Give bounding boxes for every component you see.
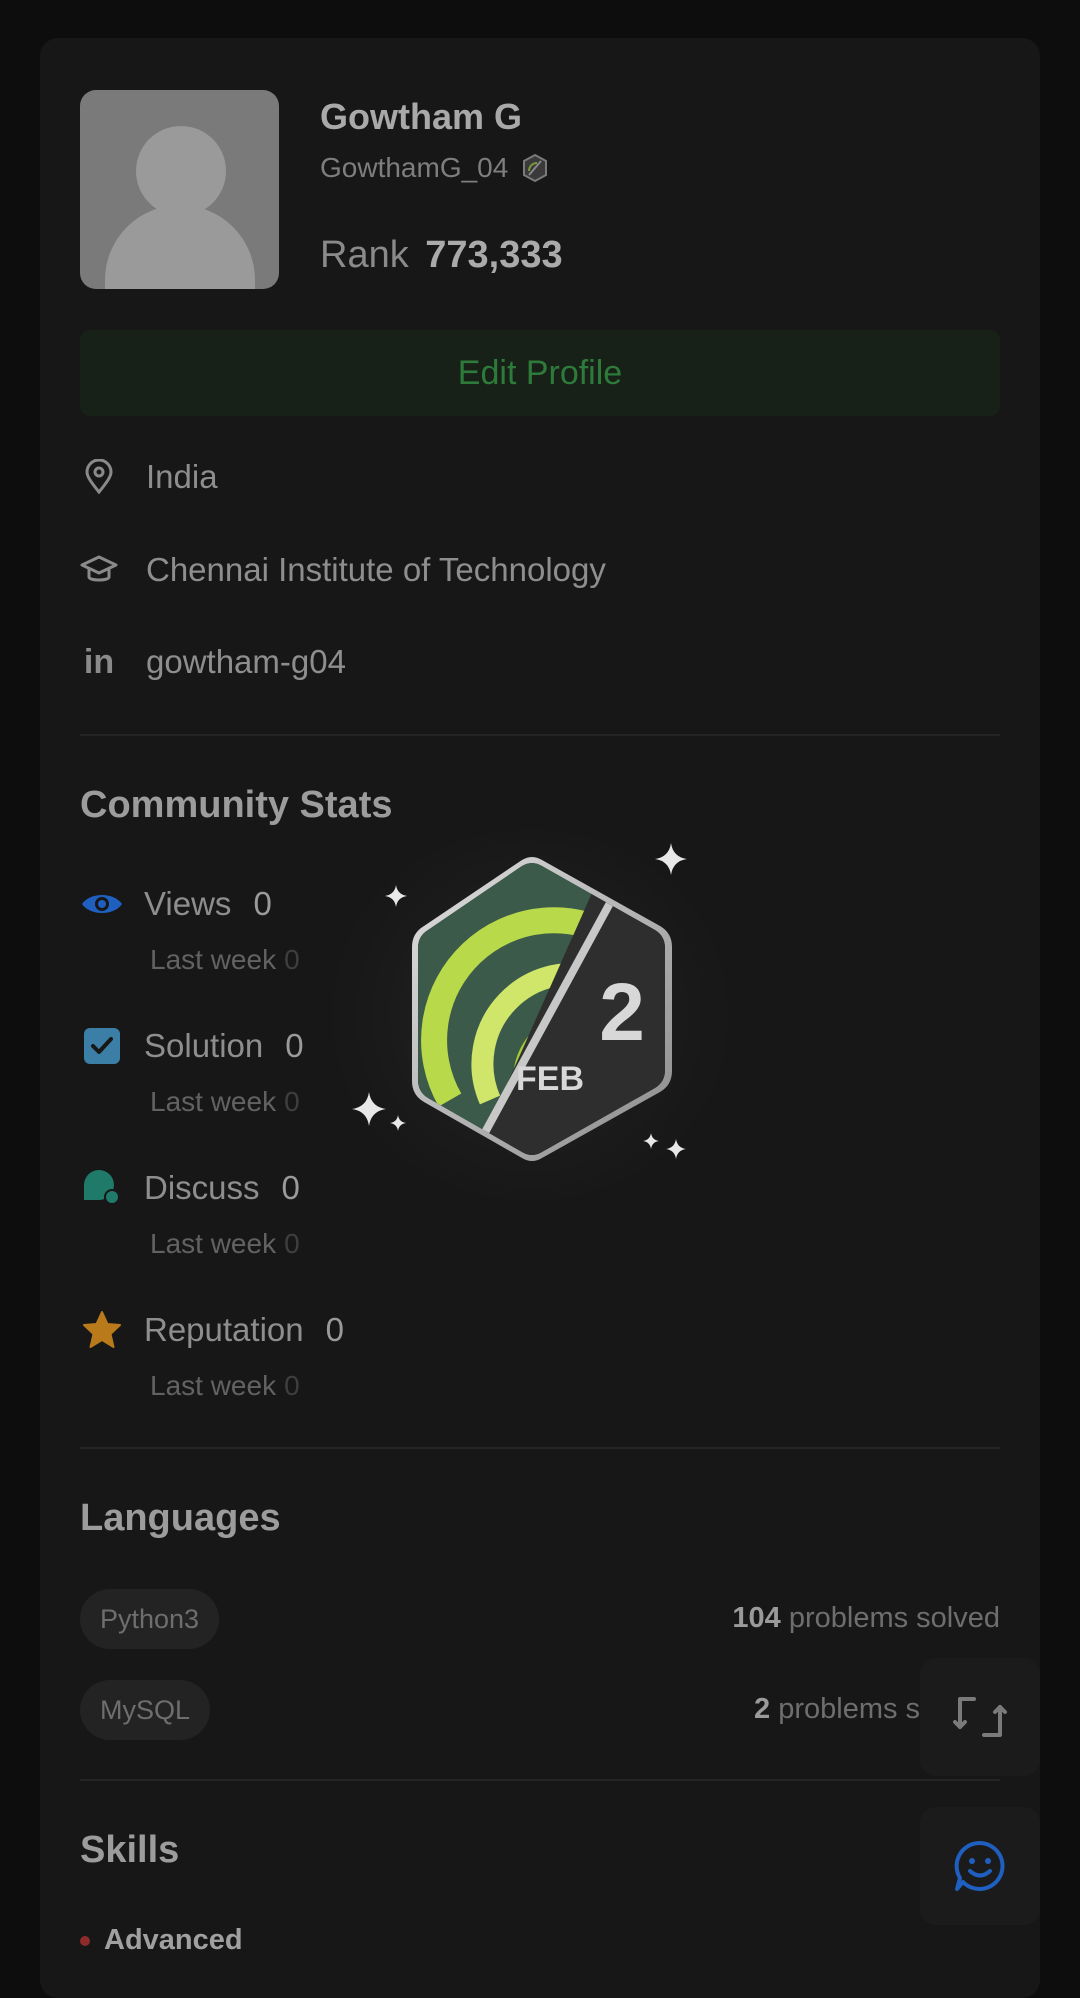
skills-title: Skills xyxy=(80,1829,180,1871)
language-tag[interactable]: Python3 xyxy=(80,1589,220,1649)
institution-row: Chennai Institute of Technology xyxy=(80,551,606,589)
location-row: India xyxy=(80,458,218,496)
language-count: 104 problems solved xyxy=(732,1602,1000,1635)
profile-name: Gowtham G xyxy=(320,96,523,137)
sparkle-icon xyxy=(385,885,407,907)
sparkle-icon xyxy=(655,843,687,875)
graduation-cap-icon xyxy=(80,551,118,589)
language-count-number: 2 xyxy=(754,1693,771,1725)
sparkle-icon xyxy=(643,1133,659,1149)
stat-value: 0 xyxy=(285,1027,304,1064)
last-week-label: Last week xyxy=(150,1370,277,1401)
avatar[interactable] xyxy=(80,90,279,289)
stat-label: Solution xyxy=(144,1027,264,1064)
stat-label: Discuss xyxy=(144,1169,260,1206)
sparkle-icon xyxy=(390,1115,406,1131)
rank: Rank 773,333 xyxy=(320,234,563,277)
avatar-body-shape xyxy=(105,205,255,289)
last-week-label: Last week xyxy=(150,1086,277,1117)
language-count-suffix: problems solved xyxy=(788,1602,1000,1634)
community-stats-title: Community Stats xyxy=(80,784,393,826)
linkedin-text[interactable]: gowtham-g04 xyxy=(146,643,346,681)
location-pin-icon xyxy=(80,458,118,496)
last-week-label: Last week xyxy=(150,944,277,975)
last-week-value: 0 xyxy=(284,944,300,975)
divider xyxy=(80,734,1000,736)
last-week-value: 0 xyxy=(284,1086,300,1117)
feedback-button[interactable] xyxy=(920,1807,1040,1925)
stat-value: 0 xyxy=(253,885,272,922)
edit-profile-button[interactable]: Edit Profile xyxy=(80,330,1000,416)
last-week-value: 0 xyxy=(284,1370,300,1401)
profile-username: GowthamG_04 xyxy=(320,152,509,183)
badge-month: FEB xyxy=(516,1060,584,1098)
stat-value: 0 xyxy=(281,1169,300,1206)
skill-level: Advanced xyxy=(80,1924,243,1957)
rank-value: 773,333 xyxy=(425,234,563,276)
languages-title: Languages xyxy=(80,1497,281,1539)
last-week-value: 0 xyxy=(284,1228,300,1259)
profile-username-row: GowthamG_04 xyxy=(320,152,550,184)
badge-mini-icon[interactable] xyxy=(520,153,550,183)
daily-badge-icon[interactable]: 2 FEB xyxy=(370,830,730,1190)
stat-label: Reputation xyxy=(144,1311,304,1348)
star-icon xyxy=(80,1308,124,1352)
institution-text: Chennai Institute of Technology xyxy=(146,551,606,588)
language-tag[interactable]: MySQL xyxy=(80,1680,211,1740)
divider xyxy=(80,1447,1000,1449)
avatar-head-shape xyxy=(136,126,226,216)
stat-reputation: Reputation 0 Last week 0 xyxy=(80,1308,480,1402)
check-square-icon xyxy=(80,1024,124,1068)
share-button[interactable] xyxy=(920,1658,1040,1776)
stat-value: 0 xyxy=(325,1311,344,1348)
rank-label: Rank xyxy=(320,234,409,276)
stat-label: Views xyxy=(144,885,232,922)
linkedin-row[interactable]: in gowtham-g04 xyxy=(80,643,346,681)
divider xyxy=(80,1779,1000,1781)
badge-day: 2 xyxy=(599,967,645,1058)
sparkle-icon xyxy=(666,1139,686,1159)
chat-bubbles-icon xyxy=(80,1166,124,1210)
smiley-chat-icon xyxy=(954,1840,1005,1891)
language-count: 2 problems s xyxy=(754,1693,920,1726)
skill-level-label: Advanced xyxy=(104,1924,243,1956)
share-arrows-icon xyxy=(953,1697,1007,1737)
last-week-label: Last week xyxy=(150,1228,277,1259)
location-text: India xyxy=(146,458,218,495)
skill-level-dot xyxy=(80,1935,90,1946)
linkedin-icon: in xyxy=(83,642,115,681)
language-count-suffix: problems s xyxy=(778,1693,921,1725)
language-count-number: 104 xyxy=(732,1602,781,1634)
eye-icon xyxy=(80,882,124,926)
sparkle-icon xyxy=(352,1092,386,1126)
